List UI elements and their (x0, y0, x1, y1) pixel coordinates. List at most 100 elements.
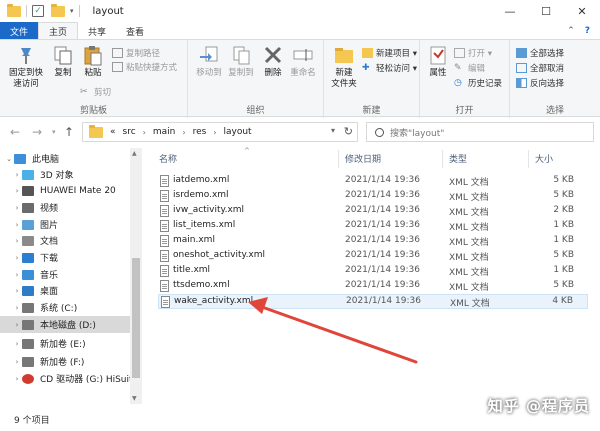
nav-item[interactable]: › 本地磁盘 (D:) (0, 316, 130, 333)
recent-locations-icon[interactable]: ▾ (52, 128, 56, 136)
chevron-right-icon[interactable]: › (12, 254, 22, 262)
maximize-button[interactable]: ☐ (528, 0, 564, 22)
collapse-ribbon-icon[interactable]: ⌃ (567, 26, 575, 36)
easy-access-button[interactable]: ✚ 轻松访问 ▾ (362, 62, 417, 74)
search-placeholder: 搜索"layout" (390, 128, 445, 139)
file-row[interactable]: main.xml 2021/1/14 19:36 XML 文档 1 KB (158, 234, 588, 249)
tab-home[interactable]: 主页 (38, 22, 79, 40)
nav-item[interactable]: ⌄ 此电脑 (0, 150, 59, 167)
pin-quick-access-button[interactable]: 固定到快 速访问 (8, 44, 44, 90)
copy-path-button[interactable]: 复制路径 (112, 47, 160, 59)
nav-item[interactable]: › 新加卷 (E:) (0, 335, 86, 352)
chevron-right-icon[interactable]: › (213, 128, 216, 137)
nav-item[interactable]: › 新加卷 (F:) (0, 353, 84, 370)
organize-group-label: 组织 (246, 106, 265, 116)
chevron-right-icon[interactable]: › (12, 304, 22, 312)
chevron-right-icon[interactable]: › (12, 204, 22, 212)
file-row[interactable]: ttsdemo.xml 2021/1/14 19:36 XML 文档 5 KB (158, 279, 588, 294)
paste-shortcut-button[interactable]: 粘贴快捷方式 (112, 61, 177, 73)
new-item-button[interactable]: 新建项目 ▾ (362, 47, 417, 59)
tab-share[interactable]: 共享 (78, 22, 116, 40)
nav-item[interactable]: › CD 驱动器 (G:) HiSuite (0, 370, 138, 387)
nav-scrollbar[interactable]: ▲ ▼ (130, 148, 142, 404)
chevron-right-icon[interactable]: › (12, 171, 22, 179)
column-header-type[interactable]: 类型 (449, 152, 467, 166)
paste-button[interactable]: 粘贴 (80, 44, 106, 79)
chevron-right-icon[interactable]: › (143, 128, 146, 137)
breadcrumb-src[interactable]: src (123, 127, 136, 137)
properties-quick-access-icon[interactable]: ✓ (32, 5, 44, 17)
copy-to-button[interactable]: 复制到 (226, 44, 256, 79)
file-row[interactable]: wake_activity.xml 2021/1/14 19:36 XML 文档 4 … (158, 294, 588, 309)
tab-file[interactable]: 文件 (0, 22, 38, 40)
chevron-right-icon[interactable]: › (12, 237, 22, 245)
chevron-right-icon[interactable]: › (12, 187, 22, 195)
chevron-right-icon[interactable]: › (12, 287, 22, 295)
chevron-right-icon[interactable]: › (12, 358, 22, 366)
rename-button[interactable]: 重命名 (288, 44, 318, 79)
nav-item[interactable]: › 视频 (0, 199, 58, 216)
nav-item[interactable]: › 3D 对象 (0, 166, 74, 183)
breadcrumb-res[interactable]: res (193, 127, 207, 137)
new-folder-button[interactable]: 新建 文件夹 (328, 44, 360, 90)
nav-item[interactable]: › 图片 (0, 216, 58, 233)
chevron-right-icon[interactable]: › (12, 340, 22, 348)
address-bar[interactable]: « src › main › res › layout ▾ ↻ (82, 122, 358, 142)
column-header-name[interactable]: 名称 (159, 152, 177, 166)
breadcrumb-layout[interactable]: layout (224, 127, 252, 137)
forward-arrow-icon[interactable]: → (32, 125, 42, 139)
nav-item-label: 系统 (C:) (40, 304, 78, 314)
nav-item[interactable]: › 桌面 (0, 282, 58, 299)
organize-group: 移动到 复制到 删除 重命名 组织 (188, 40, 324, 118)
chevron-right-icon[interactable]: › (12, 321, 22, 329)
edit-button[interactable]: ✎ 编辑 (454, 62, 485, 74)
file-row[interactable]: ivw_activity.xml 2021/1/14 19:36 XML 文档 2 K… (158, 204, 588, 219)
select-none-button[interactable]: 全部取消 (516, 62, 564, 74)
nav-item[interactable]: › 音乐 (0, 266, 58, 283)
minimize-button[interactable]: — (492, 0, 528, 22)
nav-item[interactable]: › 文档 (0, 232, 58, 249)
move-to-button[interactable]: 移动到 (194, 44, 224, 79)
nav-item[interactable]: › 系统 (C:) (0, 299, 77, 316)
file-row[interactable]: iatdemo.xml 2021/1/14 19:36 XML 文档 5 KB (158, 174, 588, 189)
nav-item[interactable]: › 下载 (0, 249, 58, 266)
invert-selection-button[interactable]: 反向选择 (516, 77, 564, 89)
chevron-right-icon[interactable]: ⌄ (4, 155, 14, 163)
properties-button[interactable]: 属性 (424, 44, 452, 79)
help-icon[interactable]: ? (585, 26, 590, 36)
nav-item[interactable]: › HUAWEI Mate 20 (0, 182, 116, 199)
breadcrumb-overflow[interactable]: « (110, 127, 116, 137)
close-button[interactable]: ✕ (564, 0, 600, 22)
xml-file-icon (160, 190, 169, 202)
copy-to-icon (230, 44, 252, 66)
address-history-icon[interactable]: ▾ (331, 126, 335, 135)
column-header-size[interactable]: 大小 (535, 152, 553, 166)
chevron-right-icon[interactable]: › (182, 128, 185, 137)
select-all-button[interactable]: 全部选择 (516, 47, 564, 59)
tab-view[interactable]: 查看 (116, 22, 154, 40)
new-folder-quick-access-icon[interactable] (51, 3, 65, 17)
open-button[interactable]: 打开 ▾ (454, 47, 492, 59)
scroll-down-icon[interactable]: ▼ (132, 395, 137, 402)
chevron-right-icon[interactable]: › (12, 221, 22, 229)
file-row[interactable]: title.xml 2021/1/14 19:36 XML 文档 1 KB (158, 264, 588, 279)
chevron-right-icon[interactable]: › (12, 271, 22, 279)
file-row[interactable]: oneshot_activity.xml 2021/1/14 19:36 XML 文… (158, 249, 588, 264)
scrollbar-thumb[interactable] (132, 258, 140, 378)
file-row[interactable]: isrdemo.xml 2021/1/14 19:36 XML 文档 5 KB (158, 189, 588, 204)
chevron-right-icon[interactable]: › (12, 375, 22, 383)
up-arrow-icon[interactable]: ↑ (64, 125, 74, 139)
scroll-up-icon[interactable]: ▲ (132, 150, 137, 157)
file-row[interactable]: list_items.xml 2021/1/14 19:36 XML 文档 1 KB (158, 219, 588, 234)
history-button[interactable]: ◷ 历史记录 (454, 77, 502, 89)
search-box[interactable]: 搜索"layout" (366, 122, 594, 142)
customize-quick-access-icon[interactable]: ▾ (70, 7, 74, 15)
open-group-label: 打开 (455, 106, 474, 116)
copy-button[interactable]: 复制 (50, 44, 76, 79)
column-header-date[interactable]: 修改日期 (345, 152, 381, 166)
delete-button[interactable]: 删除 (260, 44, 286, 79)
refresh-icon[interactable]: ↻ (344, 125, 353, 138)
cut-button[interactable]: ✂ 剪切 (80, 86, 111, 98)
breadcrumb-main[interactable]: main (153, 127, 176, 137)
back-arrow-icon[interactable]: ← (10, 125, 20, 139)
